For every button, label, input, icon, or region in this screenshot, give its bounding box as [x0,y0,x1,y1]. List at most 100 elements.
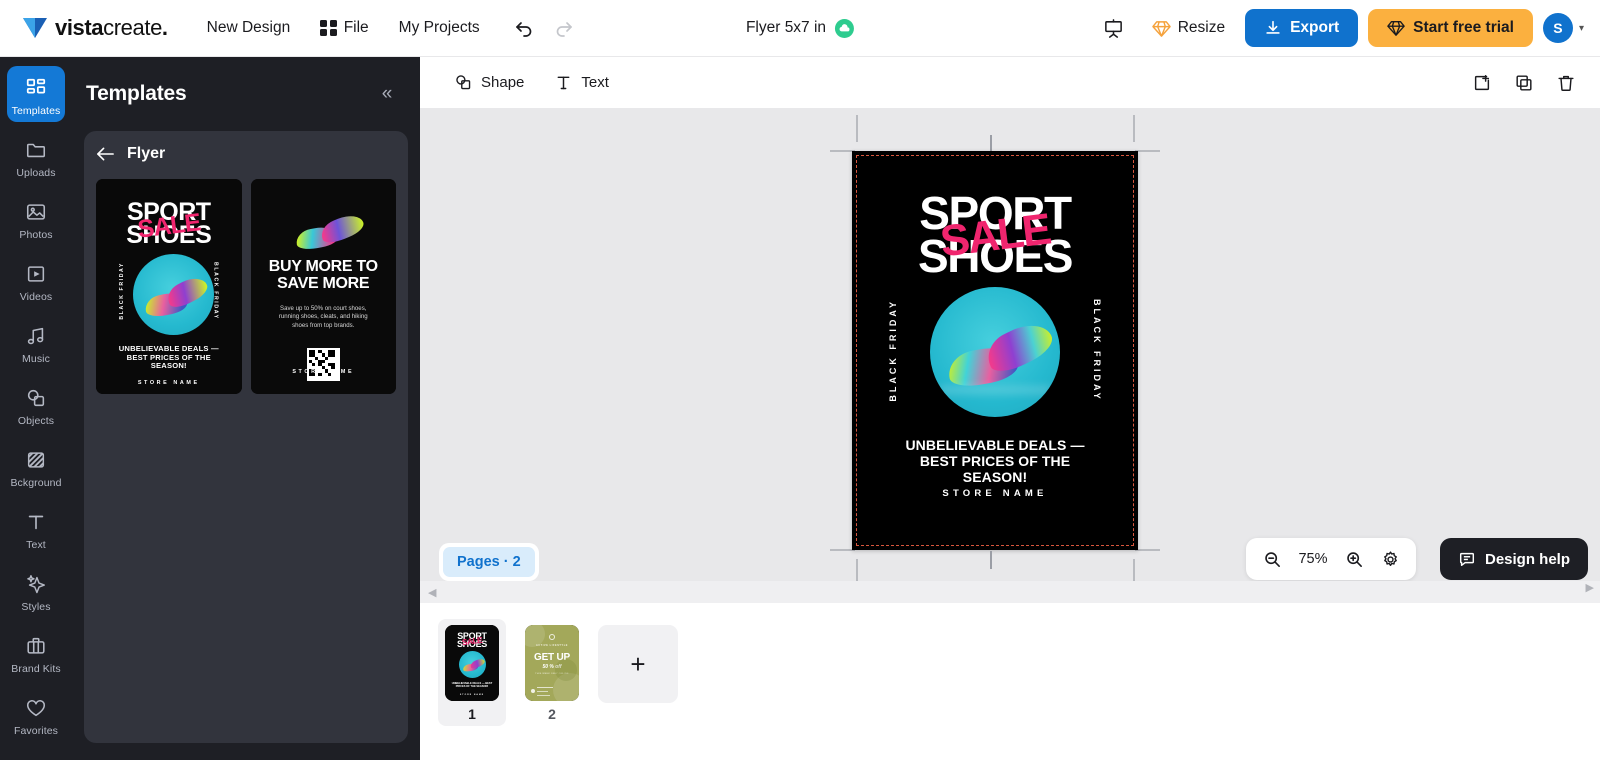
objects-icon [23,385,49,411]
panel-title: Templates [86,82,187,105]
document-title-group[interactable]: Flyer 5x7 in [746,18,855,38]
redo-icon [556,22,572,37]
page-thumbnail[interactable]: ACTIVE LIFESTYLE GET UP 50 % off THIS WE… [525,625,579,701]
undo-redo-group [507,11,581,45]
folder-icon [23,137,49,163]
add-page-icon [1474,74,1490,90]
artboard-deals[interactable]: UNBELIEVABLE DEALS — BEST PRICES OF THE … [874,437,1116,486]
add-page-button[interactable]: + [598,625,678,703]
redo-button[interactable] [547,11,581,45]
start-free-trial-button[interactable]: Start free trial [1368,9,1533,47]
template-card-sport-shoes[interactable]: SPORT SHOES SALE BLACK FRIDAY BLACK FRID… [96,179,242,394]
page-thumbnail[interactable]: SPORT SHOES SALE UNBELIEVABLE DEALS — BE… [445,625,499,701]
sidebar-item-templates[interactable]: Templates [7,66,65,122]
background-icon [23,447,49,473]
gear-icon [1383,550,1397,566]
scroll-left-icon[interactable]: ◀ [428,586,436,599]
canvas-stage[interactable]: SPORT SHOES SALE BLACK FRIDAY BLACK FRID… [420,109,1600,592]
sidebar-item-objects[interactable]: Objects [7,376,65,432]
shape-icon [456,75,471,90]
artboard-side-left[interactable]: BLACK FRIDAY [888,299,898,402]
canvas-settings-button[interactable] [1374,543,1406,575]
qr-code-icon [306,348,340,382]
video-icon [23,261,49,287]
pages-chip[interactable]: Pages · 2 [439,543,539,581]
resize-label: Resize [1177,19,1226,36]
present-icon [1105,18,1123,38]
zoom-in-button[interactable] [1338,543,1370,575]
zoom-level-value[interactable]: 75% [1292,551,1334,567]
panel-header: Templates « [72,57,420,131]
sidebar-label: Favorites [13,725,59,737]
heart-icon [23,695,49,721]
page-slot-2[interactable]: ACTIVE LIFESTYLE GET UP 50 % off THIS WE… [518,619,586,726]
export-button[interactable]: Export [1245,9,1359,47]
add-page-button[interactable] [1464,65,1500,101]
artboard[interactable]: SPORT SHOES SALE BLACK FRIDAY BLACK FRID… [852,151,1138,550]
sidebar-label: Objects [17,415,55,427]
artboard-side-right[interactable]: BLACK FRIDAY [1092,299,1102,402]
zoom-out-button[interactable] [1256,543,1288,575]
guide-top-left [856,115,858,142]
design-help-button[interactable]: Design help [1439,538,1588,580]
sidebar-item-favorites[interactable]: Favorites [7,686,65,742]
sidebar-item-uploads[interactable]: Uploads [7,128,65,184]
download-icon [1266,20,1280,34]
undo-button[interactable] [507,11,541,45]
scroll-right-icon[interactable]: ▶ [1586,581,1594,594]
delete-button[interactable] [1548,65,1584,101]
shape-tool-button[interactable]: Shape [444,66,534,99]
collapse-panel-button[interactable]: « [372,79,402,109]
template-deals: UNBELIEVABLE DEALS — BEST PRICES OF THE … [118,344,219,370]
page-number: 1 [468,706,476,722]
file-label: File [343,19,369,36]
my-projects-button[interactable]: My Projects [390,13,489,43]
sidebar-item-photos[interactable]: Photos [7,190,65,246]
templates-icon [23,75,49,101]
sidebar-label: Text [26,539,46,551]
breadcrumb[interactable]: Flyer [96,145,396,163]
sidebar-item-videos[interactable]: Videos [7,252,65,308]
sidebar-item-brand-kits[interactable]: Brand Kits [7,624,65,680]
left-rail: Templates Uploads Photos Videos Music Ob… [0,57,72,760]
sidebar-label: Videos [19,291,53,303]
shape-label: Shape [481,74,525,91]
cloud-saved-icon [835,18,855,38]
artboard-store[interactable]: STORE NAME [852,488,1138,499]
template-shoe-image [133,254,214,335]
template-store: STORE NAME [292,369,355,375]
artboard-wrapper[interactable]: SPORT SHOES SALE BLACK FRIDAY BLACK FRID… [852,135,1138,569]
chevron-down-icon[interactable]: ▾ [1579,23,1584,34]
guide-top-right [1133,115,1135,142]
sidebar-item-styles[interactable]: Styles [7,562,65,618]
present-button[interactable] [1096,10,1132,46]
resize-button[interactable]: Resize [1142,12,1235,45]
sidebar-item-music[interactable]: Music [7,314,65,370]
resize-handle-bottom[interactable] [990,551,992,569]
text-tool-button[interactable]: Text [544,66,619,99]
avatar[interactable]: S [1542,13,1573,43]
templates-panel: Templates « Flyer SPORT SHOES SALE BLACK… [72,57,420,760]
duplicate-button[interactable] [1506,65,1542,101]
template-card-buy-more[interactable]: BUY MORE TO SAVE MORE Save up to 50% on … [250,179,396,394]
vistacreate-logo[interactable]: vistacreate. [22,15,168,41]
new-design-button[interactable]: New Design [198,13,300,43]
page-wrap: ACTIVE LIFESTYLE GET UP 50 % off THIS WE… [518,619,586,726]
document-title[interactable]: Flyer 5x7 in [746,19,826,37]
sidebar-item-background[interactable]: Bckground [7,438,65,494]
premium-diamond-icon [1387,21,1405,36]
strip-scroll-rail[interactable]: ◀ [420,581,1600,603]
briefcase-icon [23,633,49,659]
page-slot-1[interactable]: SPORT SHOES SALE UNBELIEVABLE DEALS — BE… [438,619,506,726]
file-menu-button[interactable]: File [311,13,377,43]
pages-chip-label[interactable]: Pages · 2 [443,547,535,577]
trash-icon [1558,75,1574,91]
template-grid: SPORT SHOES SALE BLACK FRIDAY BLACK FRID… [96,179,396,394]
artboard-deals-line2: BEST PRICES OF THE [919,453,1071,470]
canvas-toolbar: Shape Text [420,57,1600,109]
top-bar-actions: Resize Export Start free trial S ▾ [1096,9,1584,47]
sidebar-label: Templates [11,105,61,117]
artboard-shoe-image[interactable] [930,287,1060,417]
sidebar-label: Music [22,353,50,365]
sidebar-item-text[interactable]: Text [7,500,65,556]
